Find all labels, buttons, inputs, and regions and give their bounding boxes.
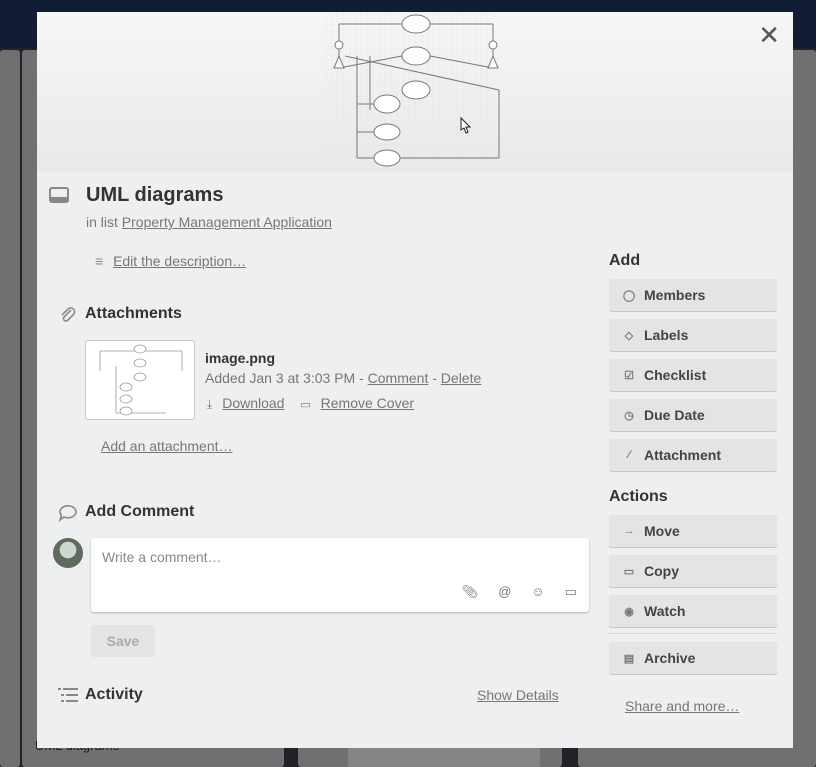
share-and-more-link[interactable]: Share and more… (625, 698, 739, 714)
add-comment-title: Add Comment (85, 503, 195, 520)
paperclip-icon[interactable]: 📎︎ (462, 584, 479, 600)
checkbox-icon: ☑ (624, 369, 634, 382)
tag-icon: ◇ (624, 329, 634, 342)
button-label: Move (644, 523, 680, 539)
activity-icon (58, 688, 78, 702)
remove-cover-link[interactable]: Remove Cover (321, 395, 414, 411)
button-label: Checklist (644, 367, 707, 383)
actions-section-title: Actions (609, 488, 668, 505)
in-list-label: in list (86, 214, 118, 230)
attachment-filename[interactable]: image.png (205, 350, 275, 366)
button-label: Watch (644, 603, 686, 619)
card-icon[interactable]: ▭ (565, 584, 577, 600)
emoji-icon[interactable]: ☺ (531, 584, 544, 600)
edit-description-link[interactable]: Edit the description… (113, 253, 246, 269)
attachment-thumbnail[interactable] (85, 340, 195, 420)
button-label: Attachment (644, 447, 722, 463)
button-label: Labels (644, 327, 689, 343)
attachment-preview (99, 344, 183, 416)
download-icon: ⤓ (207, 397, 213, 411)
comment-placeholder: Write a comment… (102, 549, 222, 565)
mention-icon[interactable]: @ (498, 584, 511, 600)
card-cover-image[interactable] (37, 12, 793, 172)
attachment-comment-link[interactable]: Comment (368, 370, 429, 386)
attachment-delete-link[interactable]: Delete (441, 370, 481, 386)
separator: - (428, 370, 441, 386)
move-button[interactable]: → Move (609, 515, 777, 547)
archive-button[interactable]: ▤ Archive (609, 642, 777, 674)
attachment-added-text: Added Jan 3 at 3:03 PM - (205, 370, 368, 386)
paperclip-icon: ∕ (628, 449, 630, 461)
save-button[interactable]: Save (91, 625, 155, 657)
arrow-right-icon: → (623, 525, 635, 537)
button-label: Due Date (644, 407, 705, 423)
card-title[interactable]: UML diagrams (86, 184, 223, 207)
watch-button[interactable]: ◉ Watch (609, 595, 777, 627)
attachment-button[interactable]: ∕ Attachment (609, 439, 777, 471)
activity-title: Activity (85, 686, 143, 703)
checklist-button[interactable]: ☑ Checklist (609, 359, 777, 391)
show-details-link[interactable]: Show Details (477, 687, 559, 703)
avatar[interactable] (53, 538, 83, 568)
description-icon: ≡ (95, 253, 104, 269)
clock-icon: ◷ (624, 409, 634, 422)
attachment-actions: ⤓ Download ▭ Remove Cover (207, 395, 414, 412)
attachments-title: Attachments (85, 305, 182, 322)
add-section-title: Add (609, 252, 641, 269)
add-attachment-link[interactable]: Add an attachment… (101, 438, 233, 454)
card-detail-modal: ✕ UML diagrams in list Property Manageme… (37, 12, 793, 748)
list-reference: in list Property Management Application (86, 214, 332, 230)
sidebar-divider (609, 633, 777, 634)
labels-button[interactable]: ◇ Labels (609, 319, 777, 351)
button-label: Archive (644, 650, 696, 666)
comment-input[interactable]: Write a comment… 📎︎ @ ☺ ▭ (91, 538, 589, 612)
attachment-meta: Added Jan 3 at 3:03 PM - Comment - Delet… (205, 370, 481, 386)
cover-icon: ▭ (300, 399, 311, 411)
due-date-button[interactable]: ◷ Due Date (609, 399, 777, 431)
paperclip-icon (61, 307, 76, 322)
person-icon: ◯ (622, 289, 636, 302)
card-icon (49, 187, 69, 203)
edit-description[interactable]: ≡ Edit the description… (95, 253, 246, 269)
close-icon[interactable]: ✕ (758, 22, 780, 48)
copy-button[interactable]: ▭ Copy (609, 555, 777, 587)
comment-icon (58, 505, 77, 522)
members-button[interactable]: ◯ Members (609, 279, 777, 311)
archive-icon: ▤ (623, 652, 635, 665)
button-label: Members (644, 287, 706, 303)
eye-icon: ◉ (624, 605, 634, 618)
comment-toolbar: 📎︎ @ ☺ ▭ (462, 584, 577, 600)
card-icon: ▭ (623, 565, 635, 578)
download-link[interactable]: Download (222, 395, 284, 411)
list-link[interactable]: Property Management Application (122, 214, 332, 230)
button-label: Copy (644, 563, 679, 579)
uml-diagram-preview (323, 12, 500, 172)
